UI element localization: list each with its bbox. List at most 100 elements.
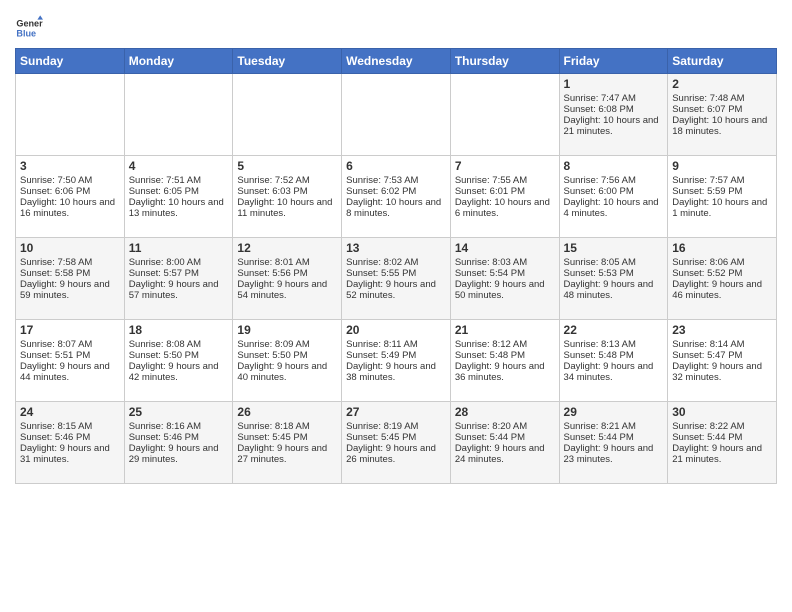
day-info-line: Sunrise: 8:05 AM xyxy=(564,257,664,268)
day-info-line: Daylight: 9 hours and 32 minutes. xyxy=(672,361,772,383)
day-info-line: Sunrise: 7:48 AM xyxy=(672,93,772,104)
day-number: 20 xyxy=(346,323,446,337)
day-cell: 8Sunrise: 7:56 AMSunset: 6:00 PMDaylight… xyxy=(559,156,668,238)
day-header-saturday: Saturday xyxy=(668,49,777,74)
day-number: 22 xyxy=(564,323,664,337)
day-cell: 1Sunrise: 7:47 AMSunset: 6:08 PMDaylight… xyxy=(559,74,668,156)
day-info-line: Sunset: 5:59 PM xyxy=(672,186,772,197)
day-info-line: Sunrise: 8:07 AM xyxy=(20,339,120,350)
day-info-line: Sunset: 5:50 PM xyxy=(237,350,337,361)
day-info-line: Sunrise: 7:50 AM xyxy=(20,175,120,186)
day-cell: 12Sunrise: 8:01 AMSunset: 5:56 PMDayligh… xyxy=(233,238,342,320)
day-info-line: Daylight: 9 hours and 23 minutes. xyxy=(564,443,664,465)
day-info-line: Daylight: 9 hours and 59 minutes. xyxy=(20,279,120,301)
calendar-table: SundayMondayTuesdayWednesdayThursdayFrid… xyxy=(15,48,777,484)
day-info-line: Daylight: 9 hours and 34 minutes. xyxy=(564,361,664,383)
day-info-line: Daylight: 10 hours and 11 minutes. xyxy=(237,197,337,219)
day-number: 8 xyxy=(564,159,664,173)
day-info-line: Sunrise: 8:19 AM xyxy=(346,421,446,432)
day-info-line: Daylight: 10 hours and 4 minutes. xyxy=(564,197,664,219)
day-cell: 22Sunrise: 8:13 AMSunset: 5:48 PMDayligh… xyxy=(559,320,668,402)
day-cell: 2Sunrise: 7:48 AMSunset: 6:07 PMDaylight… xyxy=(668,74,777,156)
day-info-line: Sunrise: 7:53 AM xyxy=(346,175,446,186)
day-info-line: Sunset: 6:06 PM xyxy=(20,186,120,197)
day-info-line: Sunset: 6:00 PM xyxy=(564,186,664,197)
day-info-line: Sunrise: 8:09 AM xyxy=(237,339,337,350)
day-cell: 18Sunrise: 8:08 AMSunset: 5:50 PMDayligh… xyxy=(124,320,233,402)
day-number: 23 xyxy=(672,323,772,337)
day-info-line: Sunrise: 7:51 AM xyxy=(129,175,229,186)
day-info-line: Sunset: 6:05 PM xyxy=(129,186,229,197)
calendar-header: SundayMondayTuesdayWednesdayThursdayFrid… xyxy=(16,49,777,74)
day-number: 26 xyxy=(237,405,337,419)
day-number: 12 xyxy=(237,241,337,255)
day-info-line: Daylight: 9 hours and 29 minutes. xyxy=(129,443,229,465)
day-info-line: Sunset: 5:51 PM xyxy=(20,350,120,361)
day-info-line: Sunrise: 7:52 AM xyxy=(237,175,337,186)
day-info-line: Daylight: 10 hours and 13 minutes. xyxy=(129,197,229,219)
day-cell: 14Sunrise: 8:03 AMSunset: 5:54 PMDayligh… xyxy=(450,238,559,320)
day-info-line: Sunrise: 7:47 AM xyxy=(564,93,664,104)
day-cell: 15Sunrise: 8:05 AMSunset: 5:53 PMDayligh… xyxy=(559,238,668,320)
day-cell: 9Sunrise: 7:57 AMSunset: 5:59 PMDaylight… xyxy=(668,156,777,238)
day-info-line: Sunset: 5:46 PM xyxy=(129,432,229,443)
day-number: 5 xyxy=(237,159,337,173)
day-number: 27 xyxy=(346,405,446,419)
day-info-line: Sunset: 6:07 PM xyxy=(672,104,772,115)
day-cell xyxy=(450,74,559,156)
day-cell: 24Sunrise: 8:15 AMSunset: 5:46 PMDayligh… xyxy=(16,402,125,484)
week-row-2: 3 Sunrise: 7:50 AMSunset: 6:06 PM Daylight… xyxy=(16,156,777,238)
day-cell: 29Sunrise: 8:21 AMSunset: 5:44 PMDayligh… xyxy=(559,402,668,484)
day-info-line: Sunrise: 8:20 AM xyxy=(455,421,555,432)
day-info-line: Sunset: 5:48 PM xyxy=(564,350,664,361)
day-info-line: Daylight: 9 hours and 38 minutes. xyxy=(346,361,446,383)
day-info-line: Sunrise: 8:15 AM xyxy=(20,421,120,432)
day-info-line: Sunrise: 8:01 AM xyxy=(237,257,337,268)
day-info-line: Sunrise: 8:12 AM xyxy=(455,339,555,350)
day-header-sunday: Sunday xyxy=(16,49,125,74)
day-info-line: Sunset: 5:45 PM xyxy=(237,432,337,443)
day-info-line: Sunset: 5:44 PM xyxy=(672,432,772,443)
day-number: 9 xyxy=(672,159,772,173)
day-info-line: Sunset: 5:44 PM xyxy=(564,432,664,443)
day-number: 3 xyxy=(20,159,120,173)
calendar-body: 1Sunrise: 7:47 AMSunset: 6:08 PMDaylight… xyxy=(16,74,777,484)
day-cell: 17 Sunrise: 8:07 AMSunset: 5:51 PMDayligh… xyxy=(16,320,125,402)
day-info-line: Daylight: 10 hours and 1 minute. xyxy=(672,197,772,219)
day-cell: 30Sunrise: 8:22 AMSunset: 5:44 PMDayligh… xyxy=(668,402,777,484)
day-info-line: Daylight: 9 hours and 31 minutes. xyxy=(20,443,120,465)
day-cell: 20 Sunrise: 8:11 AMSunset: 5:49 PMDayligh… xyxy=(342,320,451,402)
day-info-line: Sunrise: 8:00 AM xyxy=(129,257,229,268)
day-info-line: Sunrise: 8:16 AM xyxy=(129,421,229,432)
day-info-line: Sunset: 5:52 PM xyxy=(672,268,772,279)
day-info-line: Sunrise: 8:22 AM xyxy=(672,421,772,432)
day-cell: 13Sunrise: 8:02 AMSunset: 5:55 PMDayligh… xyxy=(342,238,451,320)
day-info-line: Sunset: 5:55 PM xyxy=(346,268,446,279)
day-info-line: Sunset: 5:48 PM xyxy=(455,350,555,361)
day-info-line: Sunrise: 8:06 AM xyxy=(672,257,772,268)
day-number: 4 xyxy=(129,159,229,173)
day-cell xyxy=(233,74,342,156)
day-header-wednesday: Wednesday xyxy=(342,49,451,74)
day-info-line: Daylight: 9 hours and 57 minutes. xyxy=(129,279,229,301)
day-info-line: Sunset: 5:50 PM xyxy=(129,350,229,361)
day-number: 17 xyxy=(20,323,120,337)
day-cell: 21Sunrise: 8:12 AMSunset: 5:48 PMDayligh… xyxy=(450,320,559,402)
day-cell: 25 Sunrise: 8:16 AMSunset: 5:46 PMDayligh… xyxy=(124,402,233,484)
svg-text:Blue: Blue xyxy=(16,28,36,38)
day-number: 25 xyxy=(129,405,229,419)
day-info-line: Sunrise: 7:55 AM xyxy=(455,175,555,186)
day-number: 15 xyxy=(564,241,664,255)
day-number: 7 xyxy=(455,159,555,173)
day-number: 2 xyxy=(672,77,772,91)
day-info-line: Sunrise: 8:11 AM xyxy=(346,339,446,350)
day-info-line: Daylight: 9 hours and 44 minutes. xyxy=(20,361,120,383)
day-info-line: Sunset: 5:46 PM xyxy=(20,432,120,443)
day-cell: 23Sunrise: 8:14 AMSunset: 5:47 PMDayligh… xyxy=(668,320,777,402)
day-info-line: Sunset: 6:03 PM xyxy=(237,186,337,197)
day-info-line: Daylight: 9 hours and 52 minutes. xyxy=(346,279,446,301)
day-header-tuesday: Tuesday xyxy=(233,49,342,74)
svg-text:General: General xyxy=(16,19,43,29)
day-info-line: Daylight: 9 hours and 21 minutes. xyxy=(672,443,772,465)
day-info-line: Sunset: 5:49 PM xyxy=(346,350,446,361)
